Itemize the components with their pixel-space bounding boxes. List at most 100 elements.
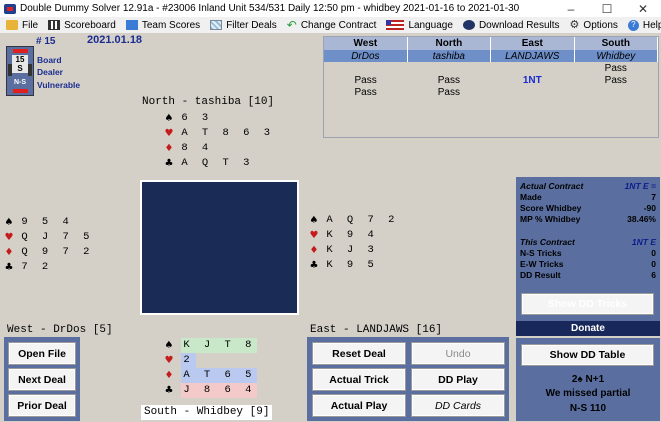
bid-cell xyxy=(491,62,575,74)
east-hand-label: East - LANDJAWS [16] xyxy=(310,324,443,336)
heart-icon: ♥ xyxy=(4,232,14,243)
bid-cell: Pass xyxy=(604,62,627,74)
west-marker xyxy=(8,64,12,76)
title-bar: Double Dummy Solver 12.91a - #23006 Inla… xyxy=(0,0,661,17)
book-icon xyxy=(125,20,138,30)
globe-icon xyxy=(462,20,475,30)
north-hand: ♠ 6 3 ♥ A T 8 6 3 ♦ 8 4 ♣ A Q T 3 xyxy=(163,111,274,171)
auction-header-west: West xyxy=(324,37,408,50)
heart-icon: ♥ xyxy=(309,230,319,241)
bid-cell-contract: 1NT xyxy=(522,74,542,86)
bid-cell xyxy=(324,62,407,74)
south-hand: ♠ K J T 8 ♥ 2 ♦ A T 6 5 ♣ J 8 6 4 xyxy=(163,338,258,398)
play-table[interactable] xyxy=(140,180,299,315)
diamond-icon: ♦ xyxy=(309,245,319,256)
board-number: # 15 xyxy=(36,36,56,47)
dd-result-row: DD Result 6 xyxy=(520,270,656,280)
menu-bar: File Scoreboard Team Scores Filter Deals… xyxy=(0,17,661,33)
auction-table: West North East South DrDos tashiba LAND… xyxy=(324,37,659,98)
next-deal-button[interactable]: Next Deal xyxy=(8,368,76,391)
board-label: Board xyxy=(37,55,62,65)
flag-icon xyxy=(386,20,405,30)
heart-icon: ♥ xyxy=(164,128,174,139)
east-clubs[interactable]: ♣ K 9 5 xyxy=(308,258,398,273)
actual-contract-row: Actual Contract 1NT E = xyxy=(520,181,656,191)
north-diamonds[interactable]: ♦ 8 4 xyxy=(163,141,274,156)
navigation-panel: Open File Next Deal Prior Deal xyxy=(4,337,80,421)
menu-options[interactable]: ⚙ Options xyxy=(570,20,618,31)
south-spades[interactable]: ♠ K J T 8 xyxy=(163,338,258,353)
west-clubs[interactable]: ♣ 7 2 xyxy=(3,260,93,275)
board-indicator: 15 S N-S xyxy=(6,46,34,96)
west-hearts[interactable]: ♥ Q J 7 5 xyxy=(3,230,93,245)
show-dd-table-button[interactable]: Show DD Table xyxy=(521,344,654,366)
actual-trick-button[interactable]: Actual Trick xyxy=(312,368,406,391)
app-icon xyxy=(4,3,16,14)
north-spades[interactable]: ♠ 6 3 xyxy=(163,111,274,126)
reset-deal-button[interactable]: Reset Deal xyxy=(312,342,406,365)
window-title: Double Dummy Solver 12.91a - #23006 Inla… xyxy=(20,3,520,14)
south-diamonds[interactable]: ♦ A T 6 5 xyxy=(163,368,258,383)
close-button[interactable]: ✕ xyxy=(625,2,661,16)
par-contract: 2♠ N+1 xyxy=(571,374,605,385)
bid-cell xyxy=(491,86,575,98)
spade-icon: ♠ xyxy=(164,113,174,124)
open-file-button[interactable]: Open File xyxy=(8,342,76,365)
auction-header-south: South xyxy=(574,37,659,50)
menu-scoreboard[interactable]: Scoreboard xyxy=(48,20,116,31)
east-marker xyxy=(28,64,32,76)
menu-help[interactable]: ? Help xyxy=(627,19,661,31)
undo-button[interactable]: Undo xyxy=(411,342,505,365)
maximize-button[interactable]: ☐ xyxy=(589,2,625,16)
east-spades[interactable]: ♠ A Q 7 2 xyxy=(308,213,398,228)
south-hearts[interactable]: ♥ 2 xyxy=(163,353,257,368)
auction-panel: West North East South DrDos tashiba LAND… xyxy=(323,36,659,138)
bid-cell: Pass xyxy=(437,74,460,86)
prior-deal-button[interactable]: Prior Deal xyxy=(8,394,76,417)
player-south: Whidbey xyxy=(574,50,659,62)
menu-filter-deals[interactable]: Filter Deals xyxy=(210,20,277,31)
grid-icon xyxy=(48,20,61,30)
bid-cell: Pass xyxy=(354,86,377,98)
dd-play-button[interactable]: DD Play xyxy=(411,368,505,391)
south-clubs[interactable]: ♣ J 8 6 4 xyxy=(163,383,258,398)
menu-team-scores[interactable]: Team Scores xyxy=(125,20,200,31)
actual-play-button[interactable]: Actual Play xyxy=(312,394,406,417)
heart-icon: ♥ xyxy=(164,355,174,366)
gear-icon: ⚙ xyxy=(569,19,580,31)
north-hand-label: North - tashiba [10] xyxy=(142,96,275,108)
board-date: 2021.01.18 xyxy=(87,34,143,46)
menu-change-contract[interactable]: ↶ Change Contract xyxy=(287,19,377,31)
bid-cell: Pass xyxy=(437,86,460,98)
bid-cell xyxy=(574,86,657,98)
minimize-button[interactable]: – xyxy=(553,2,589,16)
show-dd-tricks-button[interactable]: Show DD Tricks xyxy=(521,293,654,315)
donate-button[interactable]: Donate xyxy=(516,321,660,336)
east-diamonds[interactable]: ♦ K J 3 xyxy=(308,243,398,258)
north-clubs[interactable]: ♣ A Q T 3 xyxy=(163,156,274,171)
menu-file[interactable]: File xyxy=(6,20,38,31)
dd-cards-button[interactable]: DD Cards xyxy=(411,394,505,417)
menu-language[interactable]: Language xyxy=(386,20,453,31)
north-hearts[interactable]: ♥ A T 8 6 3 xyxy=(163,126,274,141)
south-vul-marker xyxy=(13,89,28,93)
west-diamonds[interactable]: ♦ Q 9 7 2 xyxy=(3,245,93,260)
bid-cell: Pass xyxy=(604,74,627,86)
dealer-label: Dealer xyxy=(37,67,63,77)
diamond-icon: ♦ xyxy=(164,143,174,154)
club-icon: ♣ xyxy=(4,262,14,273)
east-hand: ♠ A Q 7 2 ♥ K 9 4 ♦ K J 3 ♣ K 9 5 xyxy=(308,213,398,273)
ns-par-score: N-S 110 xyxy=(569,403,607,414)
menu-download-results[interactable]: Download Results xyxy=(462,20,560,31)
play-controls-panel: Reset Deal Undo Actual Trick DD Play Act… xyxy=(307,337,509,421)
north-vul-marker xyxy=(13,49,28,53)
west-spades[interactable]: ♠ 9 5 4 xyxy=(3,215,93,230)
club-icon: ♣ xyxy=(164,158,174,169)
south-hand-label: South - Whidbey [9] xyxy=(141,405,273,420)
bid-cell: Pass xyxy=(354,74,377,86)
bid-cell xyxy=(407,62,490,74)
east-hearts[interactable]: ♥ K 9 4 xyxy=(308,228,398,243)
help-icon: ? xyxy=(627,19,639,31)
spade-icon: ♠ xyxy=(164,340,174,351)
this-contract-row: This Contract 1NT E xyxy=(520,237,656,247)
